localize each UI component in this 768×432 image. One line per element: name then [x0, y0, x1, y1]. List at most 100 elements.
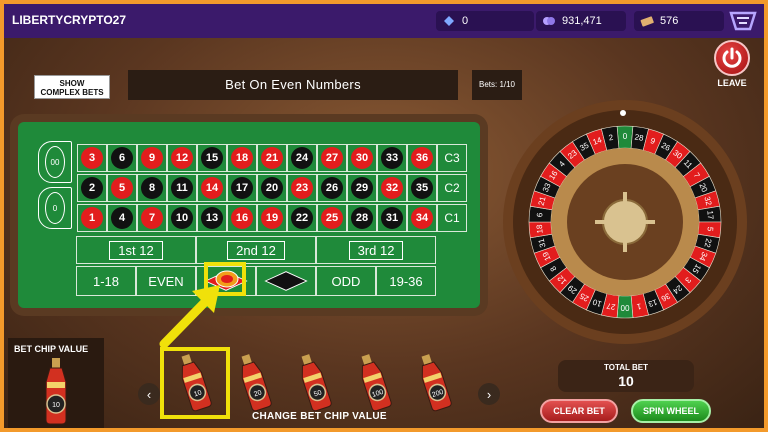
black-diamond-icon: [264, 271, 308, 291]
number-label: 25: [321, 207, 343, 229]
current-chip-value: 10: [52, 402, 60, 409]
brand-logo: [729, 11, 757, 31]
wheel-pocket-label: 00: [620, 303, 629, 312]
bet-dozen-3[interactable]: 3rd 12: [316, 236, 436, 264]
number-label: 13: [201, 207, 223, 229]
bet-dozen-2[interactable]: 2nd 12: [196, 236, 316, 264]
number-label: 4: [111, 207, 133, 229]
bet-number-cell[interactable]: 14: [197, 174, 227, 202]
bet-number-cell[interactable]: 4: [107, 204, 137, 232]
bet-column-3[interactable]: C3: [437, 144, 467, 172]
bet-number-cell[interactable]: 7: [137, 204, 167, 232]
chip-prev-button[interactable]: ‹: [138, 383, 160, 405]
zero-oval-0: 0: [45, 192, 65, 224]
show-complex-bets-label: SHOW COMPLEX BETS: [40, 79, 104, 97]
bet-number-cell[interactable]: 24: [287, 144, 317, 172]
bet-number-cell[interactable]: 5: [107, 174, 137, 202]
roulette-wheel: 0 28 9 26 30 11 7 20 32 17 5 22 34 15 3 24 36 13 1 00 27 10 25…: [502, 99, 748, 345]
bet-number-cell[interactable]: 30: [347, 144, 377, 172]
bet-number-cell[interactable]: 18: [227, 144, 257, 172]
chip-option-20[interactable]: 20: [236, 352, 272, 417]
bet-column-2[interactable]: C2: [437, 174, 467, 202]
wheel-pocket-label: 18: [535, 224, 545, 234]
bet-number-cell[interactable]: 36: [407, 144, 437, 172]
bet-number-cell[interactable]: 35: [407, 174, 437, 202]
chip-option-10[interactable]: 10: [176, 352, 212, 417]
bet-cell-00[interactable]: 00: [38, 141, 72, 183]
bet-number-cell[interactable]: 11: [167, 174, 197, 202]
bet-cell-0[interactable]: 0: [38, 187, 72, 229]
bet-number-cell[interactable]: 26: [317, 174, 347, 202]
chip-next-button[interactable]: ›: [478, 383, 500, 405]
bet-number-cell[interactable]: 27: [317, 144, 347, 172]
tickets-value: 576: [660, 15, 679, 27]
bet-number-cell[interactable]: 17: [227, 174, 257, 202]
show-complex-bets-button[interactable]: SHOW COMPLEX BETS: [34, 75, 110, 99]
bet-number-cell[interactable]: 6: [107, 144, 137, 172]
number-label: 3: [81, 147, 103, 169]
bet-number-cell[interactable]: 12: [167, 144, 197, 172]
leave-button[interactable]: [714, 40, 750, 76]
number-label: 27: [321, 147, 343, 169]
hot-sauce-bottle-icon: 10: [45, 358, 67, 425]
bet-number-cell[interactable]: 32: [377, 174, 407, 202]
bet-number-cell[interactable]: 1: [77, 204, 107, 232]
bet-number-cell[interactable]: 23: [287, 174, 317, 202]
coins-value: 931,471: [562, 15, 602, 27]
bet-number-cell[interactable]: 31: [377, 204, 407, 232]
bet-number-cell[interactable]: 8: [137, 174, 167, 202]
bet-number-cell[interactable]: 28: [347, 204, 377, 232]
number-label: 1: [81, 207, 103, 229]
hot-sauce-bottle-icon: 100: [361, 354, 392, 412]
bet-number-cell[interactable]: 22: [287, 204, 317, 232]
bet-black[interactable]: [256, 266, 316, 296]
clear-bet-button[interactable]: CLEAR BET: [540, 399, 618, 423]
spin-wheel-button[interactable]: SPIN WHEEL: [631, 399, 711, 423]
top-bar: LIBERTYCRYPTO27 0 931,471 576: [4, 4, 764, 38]
number-label: 34: [411, 207, 433, 229]
number-label: 36: [411, 147, 433, 169]
number-label: 5: [111, 177, 133, 199]
number-label: 2: [81, 177, 103, 199]
bet-number-cell[interactable]: 16: [227, 204, 257, 232]
bet-odd[interactable]: ODD: [316, 266, 376, 296]
bet-number-cell[interactable]: 13: [197, 204, 227, 232]
bet-low[interactable]: 1-18: [76, 266, 136, 296]
bet-number-cell[interactable]: 2: [77, 174, 107, 202]
bet-number-cell[interactable]: 9: [137, 144, 167, 172]
number-label: 12: [171, 147, 193, 169]
chip-option-200[interactable]: 200: [416, 352, 452, 417]
chip-option-100[interactable]: 100: [356, 352, 392, 417]
number-label: 28: [351, 207, 373, 229]
bet-number-cell[interactable]: 15: [197, 144, 227, 172]
bet-number-cell[interactable]: 19: [257, 204, 287, 232]
bet-number-cell[interactable]: 20: [257, 174, 287, 202]
current-chip-bottle: 10: [38, 356, 74, 428]
bets-counter: Bets: 1/10: [472, 70, 522, 100]
bet-high[interactable]: 19-36: [376, 266, 436, 296]
chip-option-50[interactable]: 50: [296, 352, 332, 417]
chevron-left-icon: ‹: [146, 386, 152, 402]
number-label: 18: [231, 147, 253, 169]
wheel-pocket-label: 0: [623, 132, 628, 141]
number-label: 23: [291, 177, 313, 199]
number-label: 26: [321, 177, 343, 199]
number-label: 35: [411, 177, 433, 199]
zero-oval-00: 00: [45, 146, 65, 178]
bet-number-cell[interactable]: 29: [347, 174, 377, 202]
number-label: 17: [231, 177, 253, 199]
bet-number-cell[interactable]: 34: [407, 204, 437, 232]
bet-column-1[interactable]: C1: [437, 204, 467, 232]
bet-number-cell[interactable]: 21: [257, 144, 287, 172]
total-bet-label: TOTAL BET: [604, 363, 648, 372]
number-label: 11: [171, 177, 193, 199]
dozen-label: 1st 12: [109, 240, 163, 260]
number-label: 24: [291, 147, 313, 169]
bet-dozen-1[interactable]: 1st 12: [76, 236, 196, 264]
bet-number-cell[interactable]: 33: [377, 144, 407, 172]
roulette-wheel-graphic: 0 28 9 263011720321752234153243613100271025…: [503, 100, 747, 344]
bet-number-cell[interactable]: 3: [77, 144, 107, 172]
bet-number-cell[interactable]: 10: [167, 204, 197, 232]
coins-balance: 931,471: [536, 11, 626, 31]
bet-number-cell[interactable]: 25: [317, 204, 347, 232]
